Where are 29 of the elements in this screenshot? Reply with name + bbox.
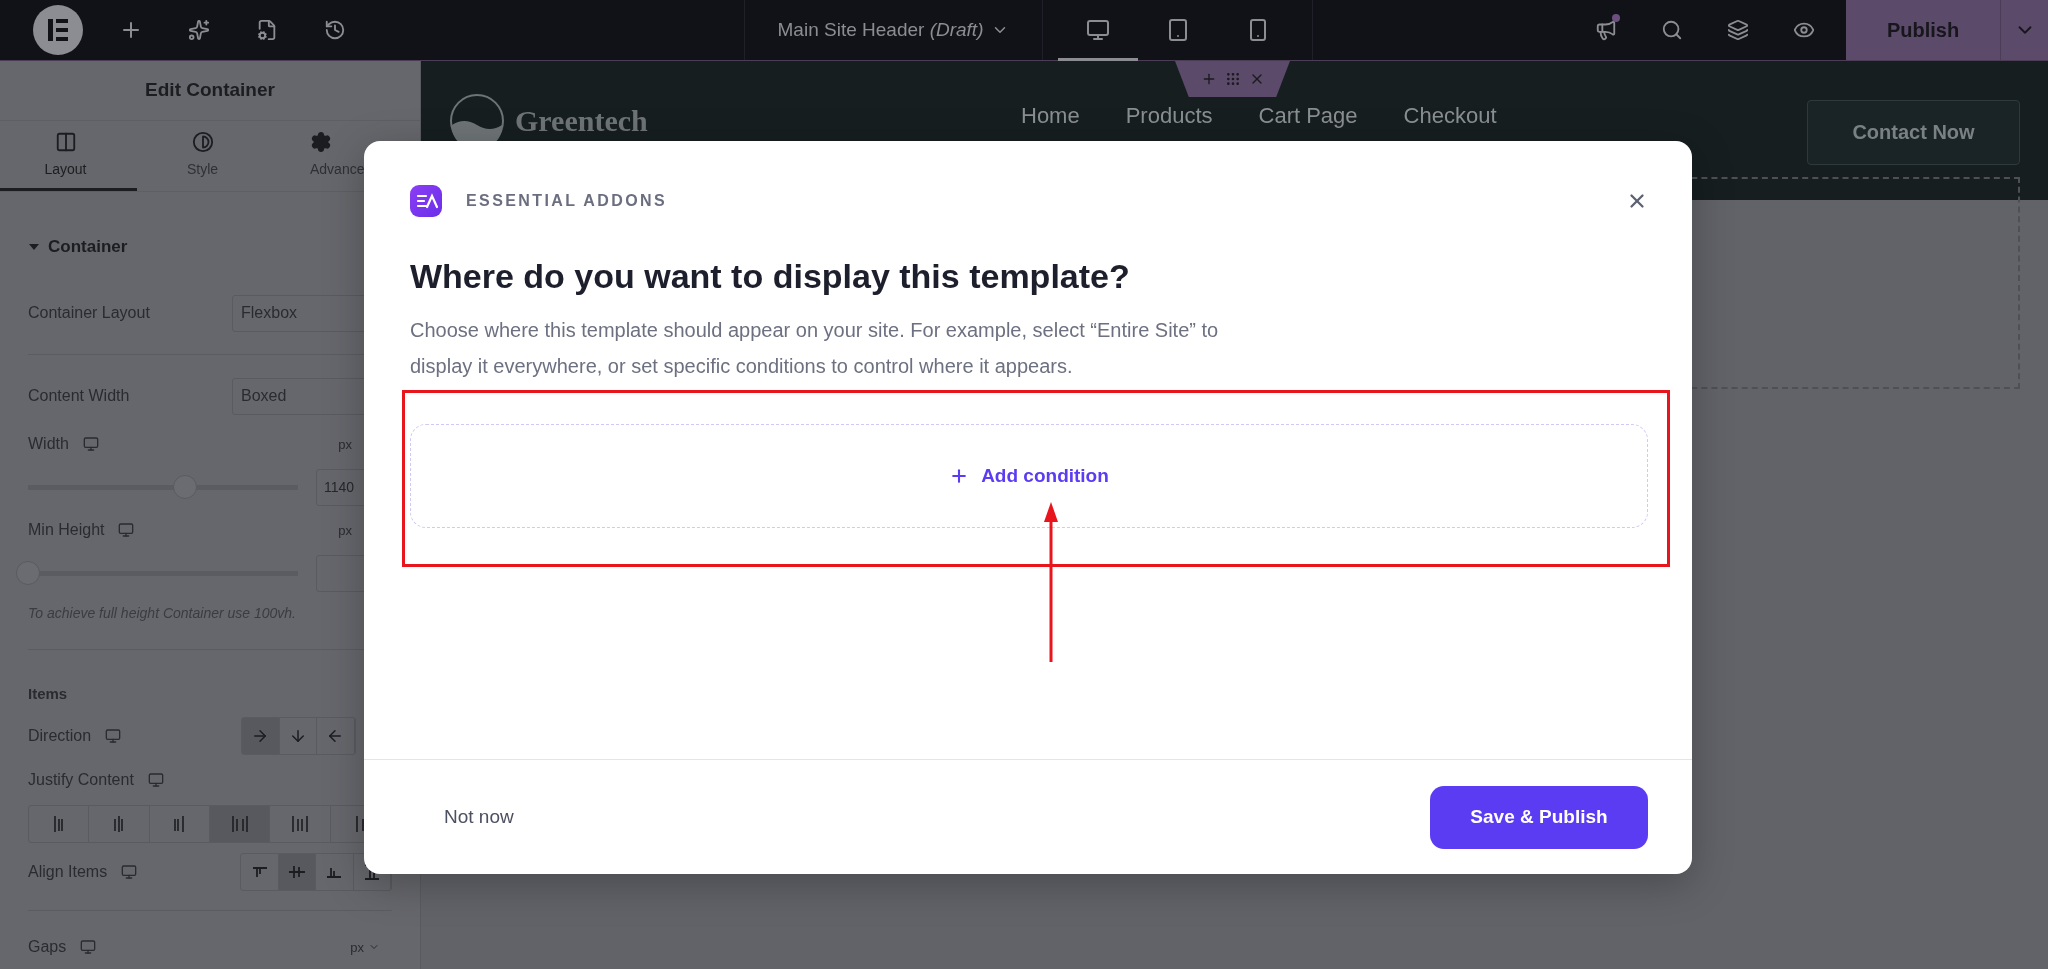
document-title[interactable]: Main Site Header (Draft) bbox=[771, 18, 1016, 42]
nav-link[interactable]: Home bbox=[1021, 103, 1080, 129]
control-label: Container Layout bbox=[28, 304, 150, 322]
nav-link[interactable]: Checkout bbox=[1403, 103, 1497, 129]
control-label: Width bbox=[28, 435, 69, 453]
dialog-description: Choose where this template should appear on your site. For example, select “Entire Site” to display it everywhere, or set specific conditions to control where it appears. bbox=[410, 318, 1220, 379]
publish-button[interactable]: Publish bbox=[1846, 0, 2000, 60]
unit-dropdown[interactable]: px bbox=[350, 939, 380, 955]
contact-button[interactable]: Contact Now bbox=[1807, 100, 2020, 165]
site-logo-text: Greentech bbox=[515, 104, 648, 138]
dialog-title: Where do you want to display this template? bbox=[410, 257, 1131, 296]
brand-name: ESSENTIAL ADDONS bbox=[466, 192, 668, 210]
control-label: Direction bbox=[28, 727, 92, 745]
save-publish-button[interactable]: Save & Publish bbox=[1430, 785, 1648, 849]
section-toggle[interactable]: Container bbox=[28, 230, 392, 264]
unit-label: px bbox=[338, 522, 352, 538]
control-label: Align Items bbox=[28, 863, 108, 881]
control-label: Content Width bbox=[28, 387, 130, 405]
control-label: Min Height bbox=[28, 521, 105, 539]
unit-label: px bbox=[338, 436, 352, 452]
nav-link[interactable]: Products bbox=[1125, 103, 1213, 129]
panel-title: Edit Container bbox=[0, 61, 420, 121]
panel-tab[interactable]: Layout bbox=[0, 120, 137, 191]
control-label: Justify Content bbox=[28, 771, 134, 789]
control-label: Gaps bbox=[28, 938, 67, 956]
add-condition-button[interactable]: Add condition bbox=[410, 424, 1648, 528]
nav-link[interactable]: Cart Page bbox=[1258, 103, 1358, 129]
not-now-button[interactable]: Not now bbox=[410, 792, 548, 842]
section-heading: Items bbox=[28, 683, 69, 704]
